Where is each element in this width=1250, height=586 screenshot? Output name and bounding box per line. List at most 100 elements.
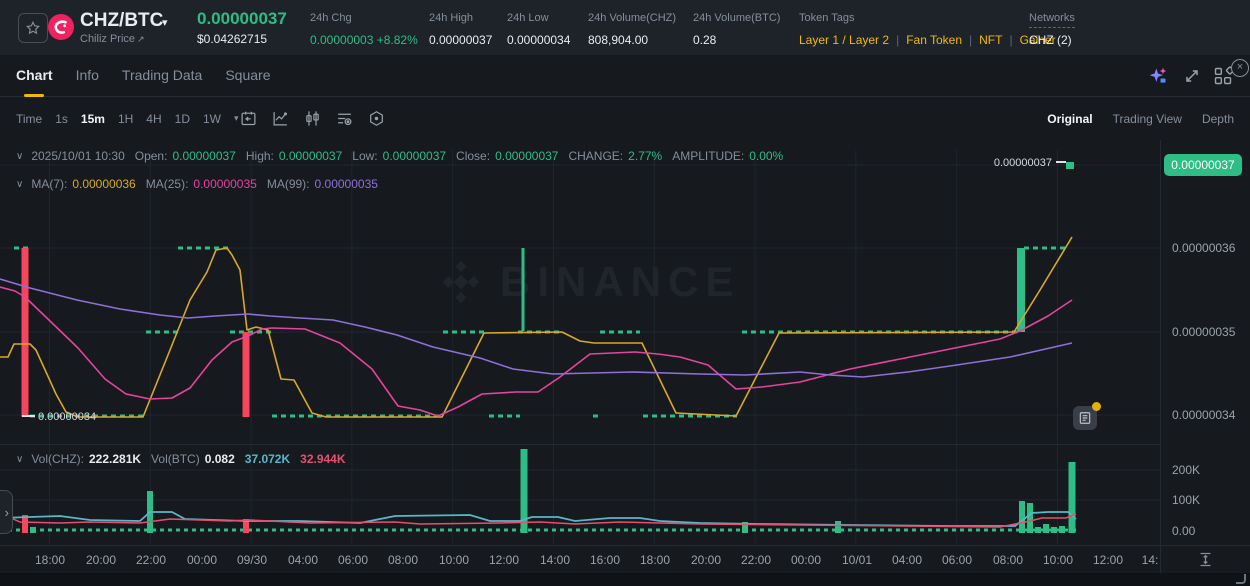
- token-tags: Layer 1 / Layer 2Fan TokenNFTGainer: [799, 33, 1056, 47]
- time-labels: 18:0020:0022:0000:0009/3004:0006:0008:00…: [0, 546, 1160, 574]
- chart-region[interactable]: BINANCE 0.000000370.00000034 ∨ 2025/10/0…: [0, 140, 1250, 573]
- bottom-strip: [0, 573, 1250, 586]
- token-tags-label: Token Tags: [799, 12, 854, 24]
- interval-15m[interactable]: 15m: [81, 112, 105, 126]
- chiliz-price-link[interactable]: Chiliz Price↗: [80, 33, 145, 45]
- expand-icon[interactable]: [1182, 66, 1202, 86]
- calendar-jump-icon[interactable]: [240, 110, 257, 127]
- interval-4h[interactable]: 4H: [146, 112, 161, 126]
- interval-selector: Time 1s 15m 1H 4H 1D 1W ▾: [16, 97, 239, 140]
- stat-value: 0.00000003 +8.82%: [310, 33, 418, 47]
- collapse-caret-icon[interactable]: ∨: [16, 151, 23, 162]
- volume-bar: [1027, 503, 1033, 533]
- chart-toolbar: Time 1s 15m 1H 4H 1D 1W ▾: [0, 97, 1250, 141]
- chart-tools: [240, 97, 385, 140]
- vol-btc-label: Vol(BTC): [151, 452, 200, 466]
- low-label: Low:: [352, 149, 377, 163]
- external-link-icon: ↗: [137, 34, 145, 44]
- view-tradingview[interactable]: Trading View: [1113, 112, 1182, 126]
- networks-label[interactable]: Networks: [1029, 12, 1075, 28]
- time-tick: 00:00: [782, 553, 830, 567]
- candle-up: [1066, 162, 1074, 169]
- resize-corner[interactable]: [1236, 574, 1246, 584]
- ma-line-ma7: [0, 237, 1072, 417]
- symbol-name[interactable]: CHZ/BTC: [80, 10, 163, 32]
- symbol-dropdown-icon[interactable]: ▾: [162, 16, 168, 29]
- interval-1d[interactable]: 1D: [175, 112, 190, 126]
- indicator-icon[interactable]: [272, 110, 289, 127]
- chart-settings-icon[interactable]: [368, 110, 385, 127]
- ma7-value: 0.00000036: [72, 177, 135, 191]
- volume-bar: [1019, 501, 1025, 533]
- stat-label: 24h Chg: [310, 12, 352, 24]
- tag-layer1-layer2[interactable]: Layer 1 / Layer 2: [799, 33, 889, 47]
- tag-fan-token[interactable]: Fan Token: [889, 33, 962, 47]
- volume-bar: [1051, 527, 1057, 533]
- volume-ma-buy: [0, 512, 1076, 526]
- notification-dot: [1092, 402, 1101, 411]
- price-axis[interactable]: 0.00000037 0.000000360.000000350.0000003…: [1160, 140, 1250, 573]
- open-label: Open:: [135, 149, 168, 163]
- volume-row: ∨ Vol(CHZ):222.281K Vol(BTC)0.082 37.072…: [16, 452, 356, 466]
- time-axis[interactable]: 18:0020:0022:0000:0009/3004:0006:0008:00…: [0, 545, 1250, 574]
- collapse-caret-icon[interactable]: ∨: [16, 454, 23, 465]
- close-icon[interactable]: ×: [1231, 59, 1249, 77]
- time-tick: 12:00: [480, 553, 528, 567]
- interval-1s[interactable]: 1s: [55, 112, 68, 126]
- networks-value: CHZ (2): [1029, 33, 1072, 47]
- tab-info[interactable]: Info: [76, 55, 99, 97]
- ma99-value: 0.00000035: [315, 177, 378, 191]
- low-price-label: 0.00000034: [38, 411, 96, 423]
- tab-trading-data[interactable]: Trading Data: [122, 55, 202, 97]
- vol-chz-label: Vol(CHZ):: [31, 452, 84, 466]
- tab-square[interactable]: Square: [225, 55, 270, 97]
- high-price-label: 0.00000037: [994, 157, 1052, 169]
- usd-price: $0.04262715: [197, 32, 267, 46]
- collapse-caret-icon[interactable]: ∨: [16, 179, 23, 190]
- tab-chart[interactable]: Chart: [16, 55, 53, 97]
- chart-view-switch: Original Trading View Depth: [1047, 97, 1234, 140]
- chart-canvas[interactable]: 0.00000037 0.00000034: [0, 140, 1250, 573]
- favorite-button[interactable]: [18, 13, 48, 43]
- symbol-header: CHZ/BTC ▾ Chiliz Price↗ 0.00000037 $0.04…: [0, 0, 1250, 55]
- current-price-badge: 0.00000037: [1164, 154, 1242, 176]
- interval-more-icon[interactable]: ▾: [234, 113, 239, 124]
- interval-1h[interactable]: 1H: [118, 112, 133, 126]
- volume-tick-label: 0.00: [1172, 523, 1195, 539]
- price-tick-label: 0.00000036: [1172, 240, 1235, 256]
- candle-down: [243, 332, 250, 417]
- view-original[interactable]: Original: [1047, 112, 1092, 126]
- interval-time[interactable]: Time: [16, 112, 42, 126]
- display-settings-icon[interactable]: [336, 110, 353, 127]
- news-feed-icon[interactable]: [1073, 406, 1097, 430]
- stat-label: 24h Volume(CHZ): [588, 12, 676, 24]
- ai-sparkle-icon[interactable]: [1148, 66, 1168, 86]
- vol-btc-value: 0.082: [205, 452, 235, 466]
- compare-candles-icon[interactable]: [304, 110, 321, 127]
- volume-tick-label: 100K: [1172, 492, 1200, 508]
- ma-row: ∨ MA(7):0.00000036 MA(25):0.00000035 MA(…: [16, 177, 388, 191]
- layout-grid-icon[interactable]: [1213, 66, 1233, 86]
- high-label: High:: [246, 149, 274, 163]
- stat-value: 0.28: [693, 33, 716, 47]
- tag-nft[interactable]: NFT: [962, 33, 1002, 47]
- close-value: 0.00000037: [495, 149, 558, 163]
- ma7-label: MA(7):: [31, 177, 67, 191]
- panel-expand-handle[interactable]: ›: [0, 490, 13, 534]
- ma-line-ma99: [0, 279, 1072, 377]
- time-tick: 22:00: [732, 553, 780, 567]
- stat-label: 24h Volume(BTC): [693, 12, 780, 24]
- candle-down: [22, 248, 29, 417]
- time-tick: 04:00: [279, 553, 327, 567]
- vol-buy-value: 37.072K: [245, 452, 290, 466]
- volume-bar: [1043, 524, 1049, 533]
- stat-value: 808,904.00: [588, 33, 648, 47]
- chiliz-logo-icon: [48, 14, 74, 40]
- volume-bar: [30, 527, 36, 533]
- fit-scale-icon[interactable]: [1197, 551, 1214, 568]
- price-tick-label: 0.00000034: [1172, 407, 1235, 423]
- view-depth[interactable]: Depth: [1202, 112, 1234, 126]
- high-value: 0.00000037: [279, 149, 342, 163]
- star-icon: [25, 20, 41, 36]
- interval-1w[interactable]: 1W: [203, 112, 221, 126]
